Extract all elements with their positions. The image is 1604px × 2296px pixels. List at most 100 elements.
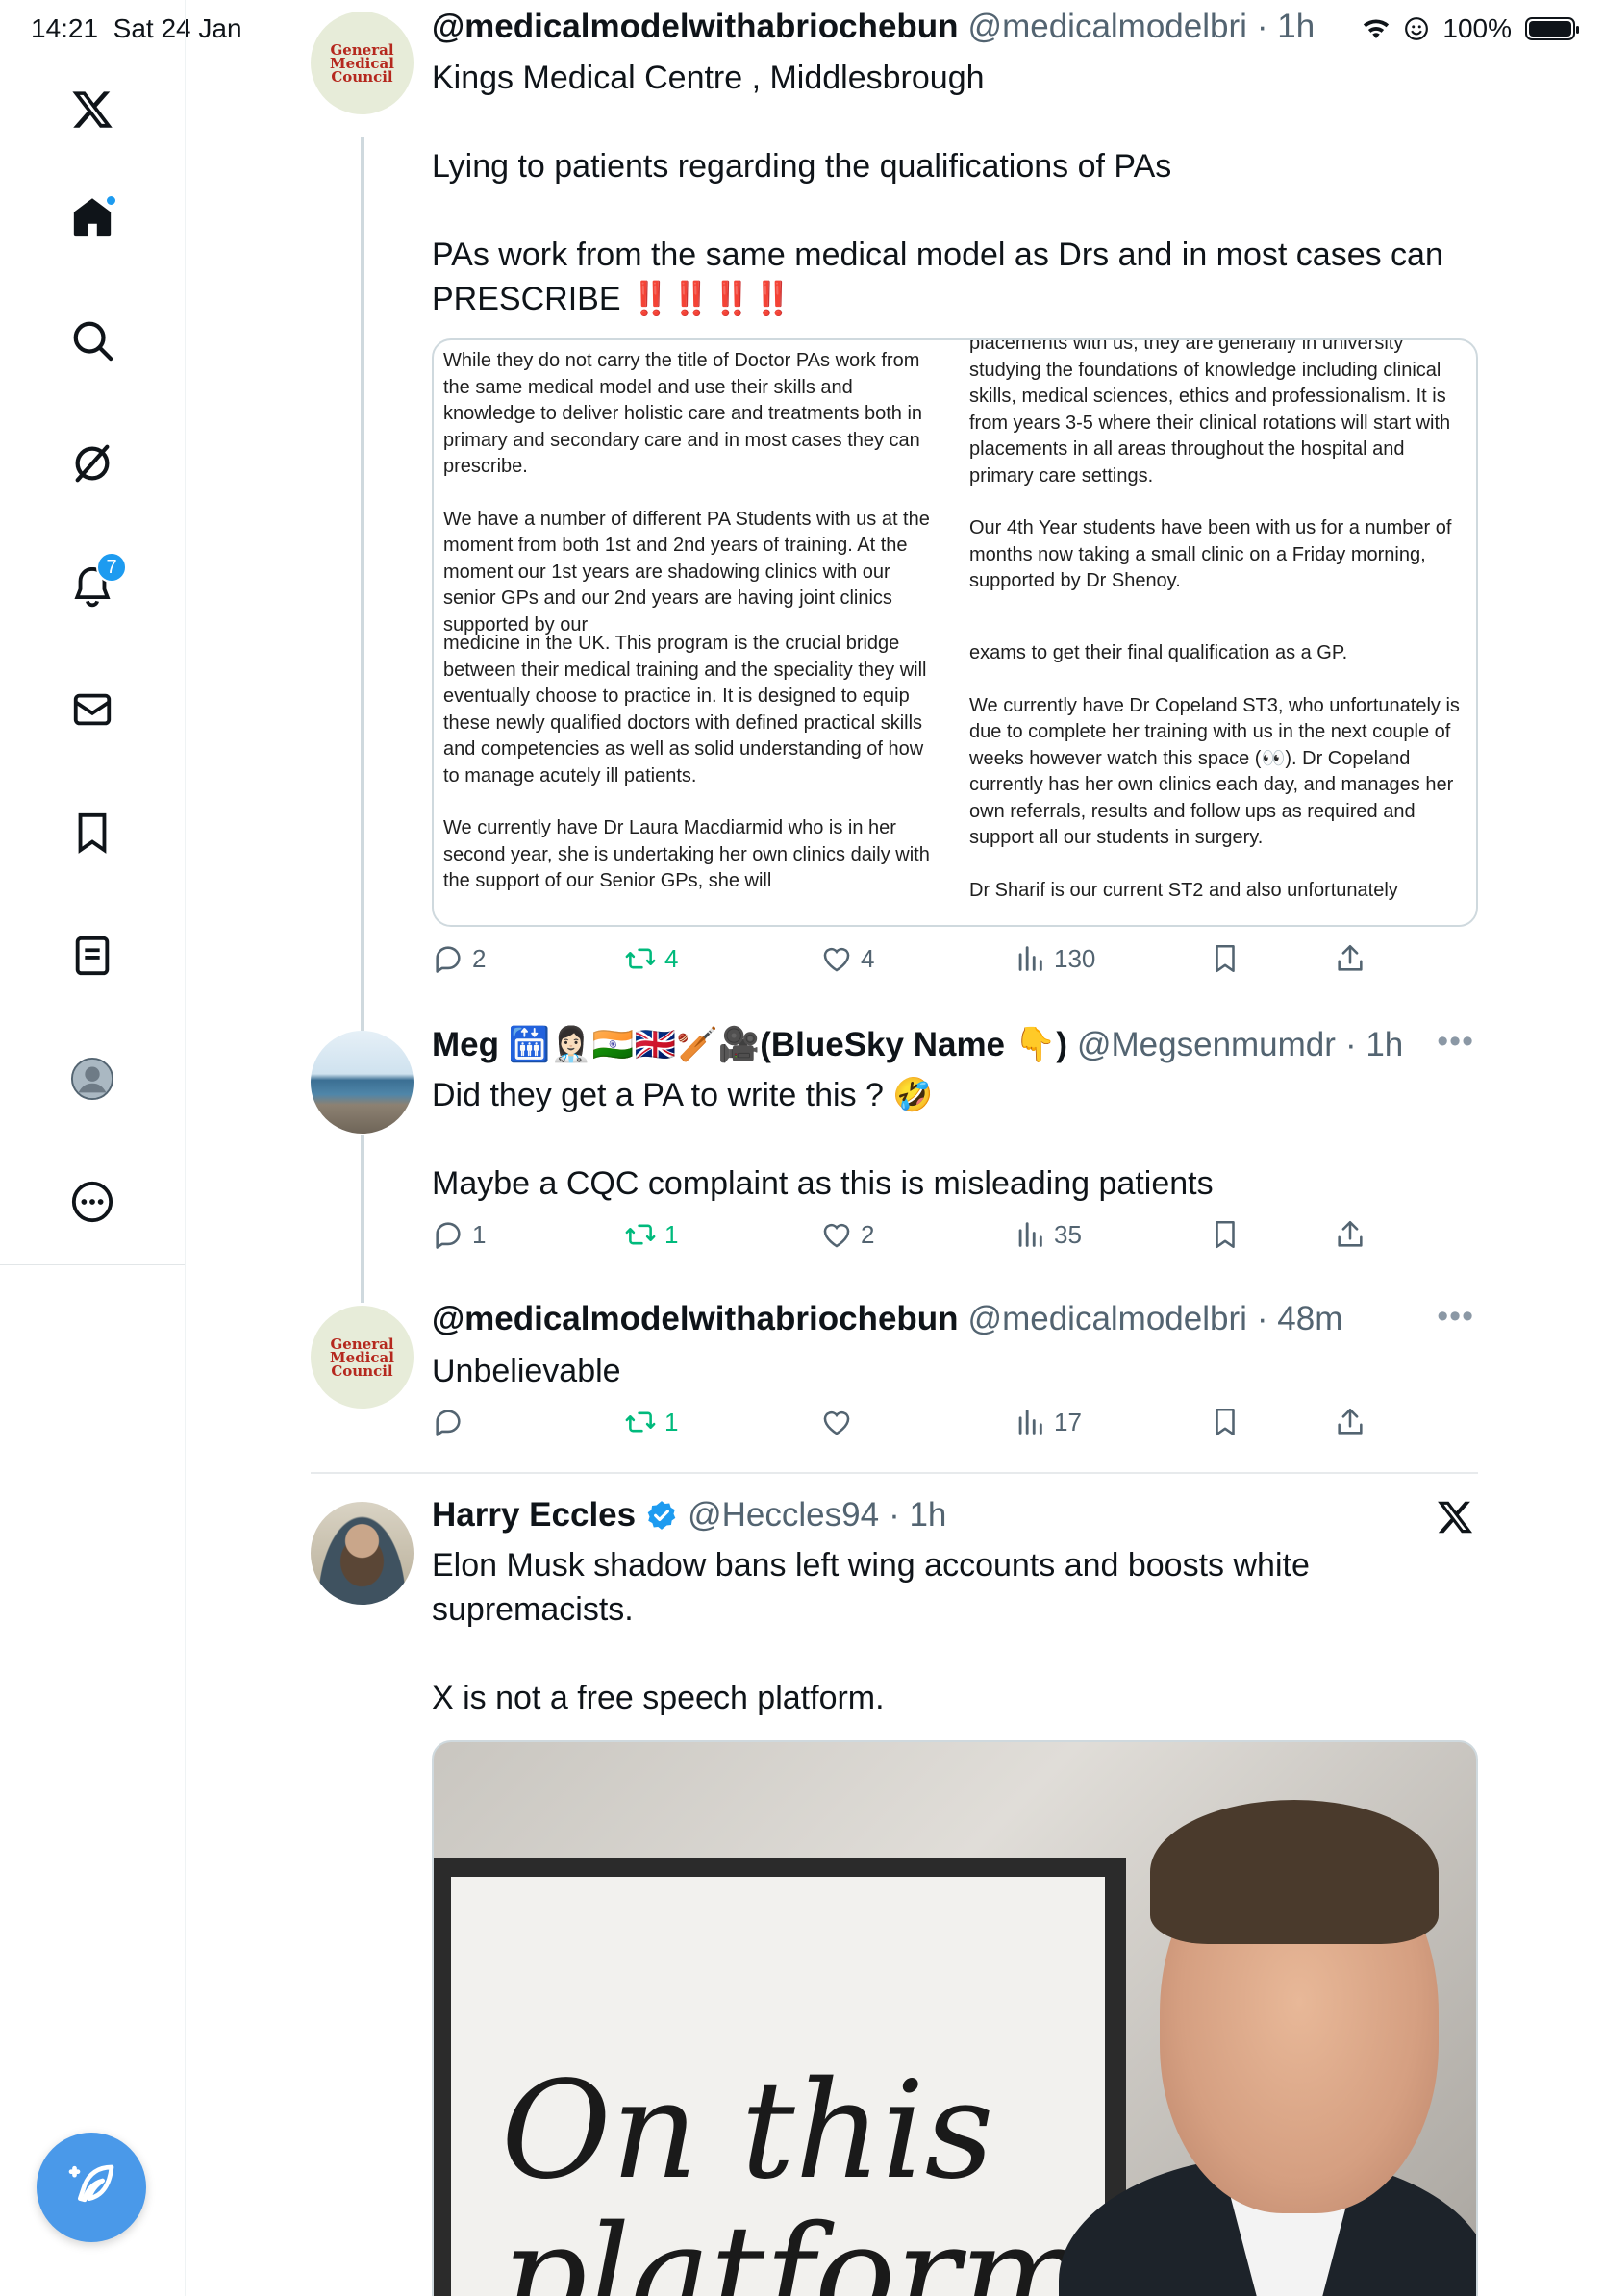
doc-text-right-bottom: exams to get their final qualification a… (969, 642, 1460, 901)
like-button[interactable]: 2 (820, 1218, 874, 1251)
reply-icon (436, 1410, 461, 1436)
timestamp[interactable]: · 48m (1257, 1300, 1342, 1338)
view-count: 17 (1054, 1407, 1082, 1436)
reply-count: 2 (472, 943, 487, 973)
repost-button[interactable]: 1 (624, 1406, 678, 1438)
compose-feather-icon (68, 2164, 114, 2203)
repost-count: 1 (664, 1407, 679, 1436)
repost-icon (625, 1224, 656, 1245)
reply-button[interactable]: 2 (432, 942, 486, 975)
display-name[interactable]: @medicalmodelwithabriochebun (432, 8, 959, 46)
home-icon[interactable] (67, 192, 117, 242)
repost-count: 1 (664, 1219, 679, 1249)
reply-icon (436, 946, 461, 973)
tweet-header: Harry Eccles @Heccles94 · 1h (432, 1496, 946, 1535)
more-icon[interactable] (67, 1177, 117, 1227)
tweet-header: @medicalmodelwithabriochebun @medicalmod… (432, 8, 1315, 46)
whiteboard: On this platform (434, 1858, 1126, 2296)
tweet-divider (311, 1472, 1478, 1474)
avatar[interactable] (311, 1031, 414, 1134)
timestamp[interactable]: · 1h (1345, 1026, 1403, 1064)
focus-icon (1405, 17, 1429, 40)
avatar[interactable]: General Medical Council (311, 12, 414, 114)
reply-button[interactable]: 1 (432, 1218, 486, 1251)
share-button[interactable] (1334, 942, 1366, 975)
reply-count: 1 (472, 1219, 487, 1249)
battery-icon (1525, 17, 1579, 40)
bookmark-button[interactable] (1209, 942, 1241, 975)
tweet-header: @medicalmodelwithabriochebun @medicalmod… (432, 1300, 1342, 1338)
display-name[interactable]: Meg 🛗👩🏻‍⚕️🇮🇳🇬🇧🏏🎥(BlueSky Name 👇) (432, 1025, 1067, 1064)
grok-icon[interactable] (67, 438, 117, 488)
tweet-header: Meg 🛗👩🏻‍⚕️🇮🇳🇬🇧🏏🎥(BlueSky Name 👇) @Megsen… (432, 1025, 1403, 1064)
bookmark-icon (1216, 1408, 1235, 1436)
heart-icon (823, 1223, 850, 1248)
views-button[interactable]: 17 (1014, 1406, 1082, 1438)
bookmark-icon (1216, 1220, 1235, 1249)
tweet-text: Did they get a PA to write this ? 🤣 Mayb… (432, 1077, 1214, 1202)
more-options-icon[interactable]: ••• (1437, 1023, 1474, 1061)
search-icon[interactable] (67, 315, 117, 365)
views-icon (1018, 1410, 1042, 1435)
reply-button[interactable] (432, 1406, 472, 1438)
bookmarks-icon[interactable] (67, 808, 117, 858)
more-options-icon[interactable]: ••• (1437, 1298, 1474, 1335)
tweet-actions: 1 17 (432, 1406, 1480, 1448)
views-button[interactable]: 35 (1014, 1218, 1082, 1251)
profile-avatar-icon[interactable] (67, 1054, 117, 1104)
thread-line (361, 137, 364, 1031)
bookmark-icon (1216, 944, 1235, 973)
notifications-icon[interactable]: 7 (67, 552, 127, 611)
share-icon (1338, 944, 1363, 971)
views-icon (1018, 946, 1042, 971)
doc-text-right-top: placements with us, they are generally i… (969, 338, 1452, 591)
doc-text-left-bottom: medicine in the UK. This program is the … (443, 633, 930, 891)
repost-icon (625, 948, 656, 969)
bookmark-button[interactable] (1209, 1406, 1241, 1438)
avatar[interactable] (311, 1502, 414, 1605)
handle[interactable]: @medicalmodelbri (968, 8, 1247, 46)
display-name[interactable]: Harry Eccles (432, 1496, 636, 1535)
avatar-logo-text: General Medical Council (330, 1335, 394, 1380)
sidebar: 7 (0, 0, 186, 2296)
x-logo-icon[interactable] (67, 85, 117, 135)
battery-percent: 100% (1442, 13, 1512, 43)
whiteboard-text: On this platform (501, 2053, 1088, 2296)
tweet-image[interactable]: While they do not carry the title of Doc… (432, 338, 1478, 927)
share-button[interactable] (1334, 1406, 1366, 1438)
messages-icon[interactable] (67, 685, 117, 735)
repost-button[interactable]: 4 (624, 942, 678, 975)
bookmark-button[interactable] (1209, 1218, 1241, 1251)
heart-icon (823, 1410, 850, 1435)
display-name[interactable]: @medicalmodelwithabriochebun (432, 1300, 959, 1338)
lists-icon[interactable] (67, 931, 117, 981)
doc-text-left-top: While they do not carry the title of Doc… (443, 350, 930, 636)
tweet-photo[interactable]: On this platform (432, 1740, 1478, 2296)
view-count: 35 (1054, 1219, 1082, 1249)
notification-badge: 7 (96, 552, 127, 583)
handle[interactable]: @Heccles94 (688, 1496, 879, 1535)
repost-icon (625, 1411, 656, 1433)
repost-button[interactable]: 1 (624, 1218, 678, 1251)
views-button[interactable]: 130 (1014, 942, 1095, 975)
handle[interactable]: @Megsenmumdr (1077, 1026, 1336, 1064)
tweet-text: Elon Musk shadow bans left wing accounts… (432, 1547, 1310, 1716)
like-button[interactable]: 4 (820, 942, 874, 975)
handle[interactable]: @medicalmodelbri (968, 1300, 1247, 1338)
alarm-emoji: ‼️‼️‼️‼️ (629, 281, 793, 317)
compose-button[interactable] (37, 2133, 146, 2242)
avatar-logo-text: General Medical Council (330, 40, 394, 86)
repost-count: 4 (664, 943, 679, 973)
timestamp[interactable]: · 1h (1257, 8, 1315, 46)
sidebar-divider (0, 1264, 185, 1265)
heart-icon (823, 947, 850, 972)
like-button[interactable] (820, 1406, 861, 1438)
tweet-actions: 1 1 2 35 (432, 1218, 1480, 1260)
like-count: 2 (861, 1219, 875, 1249)
x-logo-icon (1438, 1501, 1473, 1534)
home-unread-dot (105, 194, 117, 207)
timestamp[interactable]: · 1h (889, 1496, 946, 1535)
share-button[interactable] (1334, 1218, 1366, 1251)
avatar[interactable]: General Medical Council (311, 1306, 414, 1409)
views-icon (1018, 1222, 1042, 1247)
